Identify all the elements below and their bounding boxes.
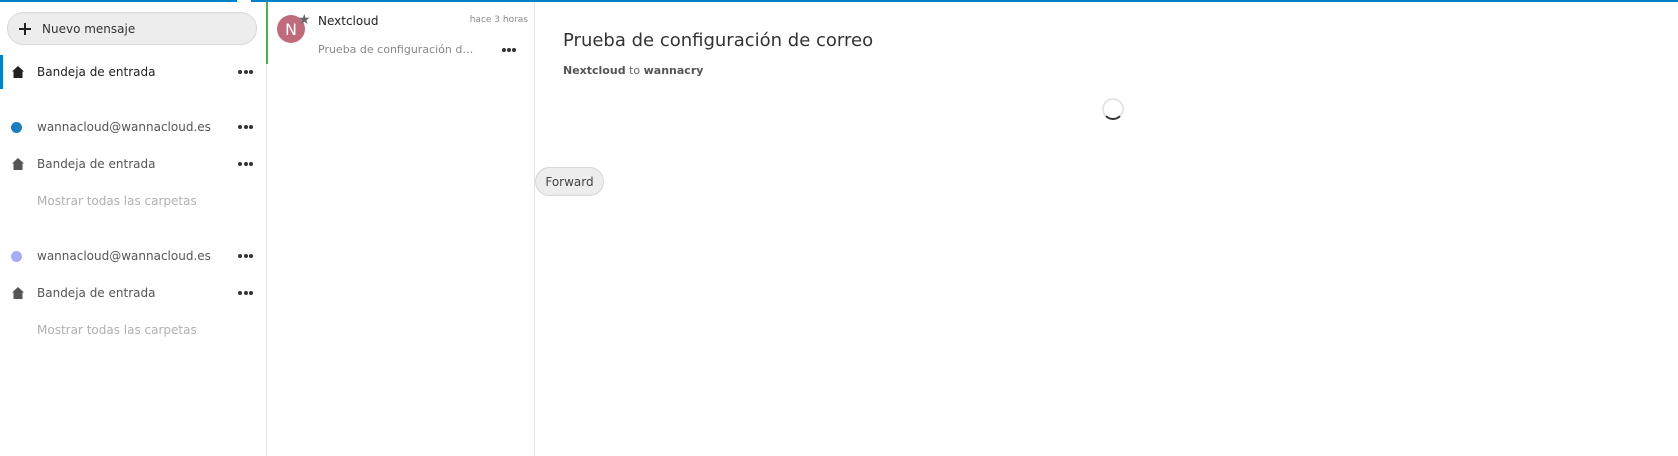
star-icon[interactable]: ★ <box>298 13 311 27</box>
more-options-icon[interactable] <box>238 285 253 301</box>
message-subject: Prueba de configuración de correo <box>563 30 874 51</box>
nav-label: Bandeja de entrada <box>37 286 156 300</box>
more-options-icon[interactable] <box>502 47 516 53</box>
nav-account-1[interactable]: wannacloud@wannacloud.es <box>0 110 266 144</box>
home-icon <box>12 158 24 170</box>
message-list: N ★ Nextcloud hace 3 horas Prueba de con… <box>266 2 535 456</box>
new-message-label: Nuevo mensaje <box>42 21 136 36</box>
more-options-icon[interactable] <box>238 156 253 172</box>
account-email: wannacloud@wannacloud.es <box>37 120 211 134</box>
home-icon <box>12 66 24 78</box>
forward-button[interactable]: Forward <box>535 167 604 196</box>
message-time: hace 3 horas <box>469 15 528 25</box>
account-color-dot <box>11 251 22 262</box>
show-all-folders-1[interactable]: Mostrar todas las carpetas <box>0 184 266 218</box>
nav-unified-inbox[interactable]: Bandeja de entrada <box>0 55 266 89</box>
account-color-dot <box>11 122 22 133</box>
nav-account-1-inbox[interactable]: Bandeja de entrada <box>0 147 266 181</box>
to-word: to <box>629 64 641 77</box>
navigation-sidebar: Nuevo mensaje Bandeja de entrada wannacl… <box>0 2 267 456</box>
sender-name: Nextcloud <box>563 64 626 77</box>
home-icon <box>12 287 24 299</box>
nav-label: Mostrar todas las carpetas <box>37 323 197 337</box>
message-subject-preview: Prueba de configuración de correo <box>318 43 480 56</box>
show-all-folders-2[interactable]: Mostrar todas las carpetas <box>0 313 266 347</box>
nav-account-2-inbox[interactable]: Bandeja de entrada <box>0 276 266 310</box>
nav-label: Mostrar todas las carpetas <box>37 194 197 208</box>
message-sender: Nextcloud <box>318 14 379 28</box>
more-options-icon[interactable] <box>238 119 253 135</box>
recipient-name: wannacry <box>643 64 704 77</box>
plus-icon <box>19 22 31 35</box>
new-message-button[interactable]: Nuevo mensaje <box>7 12 257 45</box>
loading-spinner-icon <box>1102 98 1124 120</box>
reading-pane: Prueba de configuración de correo Nextcl… <box>535 2 1678 456</box>
nav-account-2[interactable]: wannacloud@wannacloud.es <box>0 239 266 273</box>
nav-label: Bandeja de entrada <box>37 65 156 79</box>
account-email: wannacloud@wannacloud.es <box>37 249 211 263</box>
more-options-icon[interactable] <box>238 248 253 264</box>
message-from-to: Nextcloud to wannacry <box>563 64 703 77</box>
more-options-icon[interactable] <box>238 64 253 80</box>
list-item[interactable]: N ★ Nextcloud hace 3 horas Prueba de con… <box>266 2 534 64</box>
nav-label: Bandeja de entrada <box>37 157 156 171</box>
